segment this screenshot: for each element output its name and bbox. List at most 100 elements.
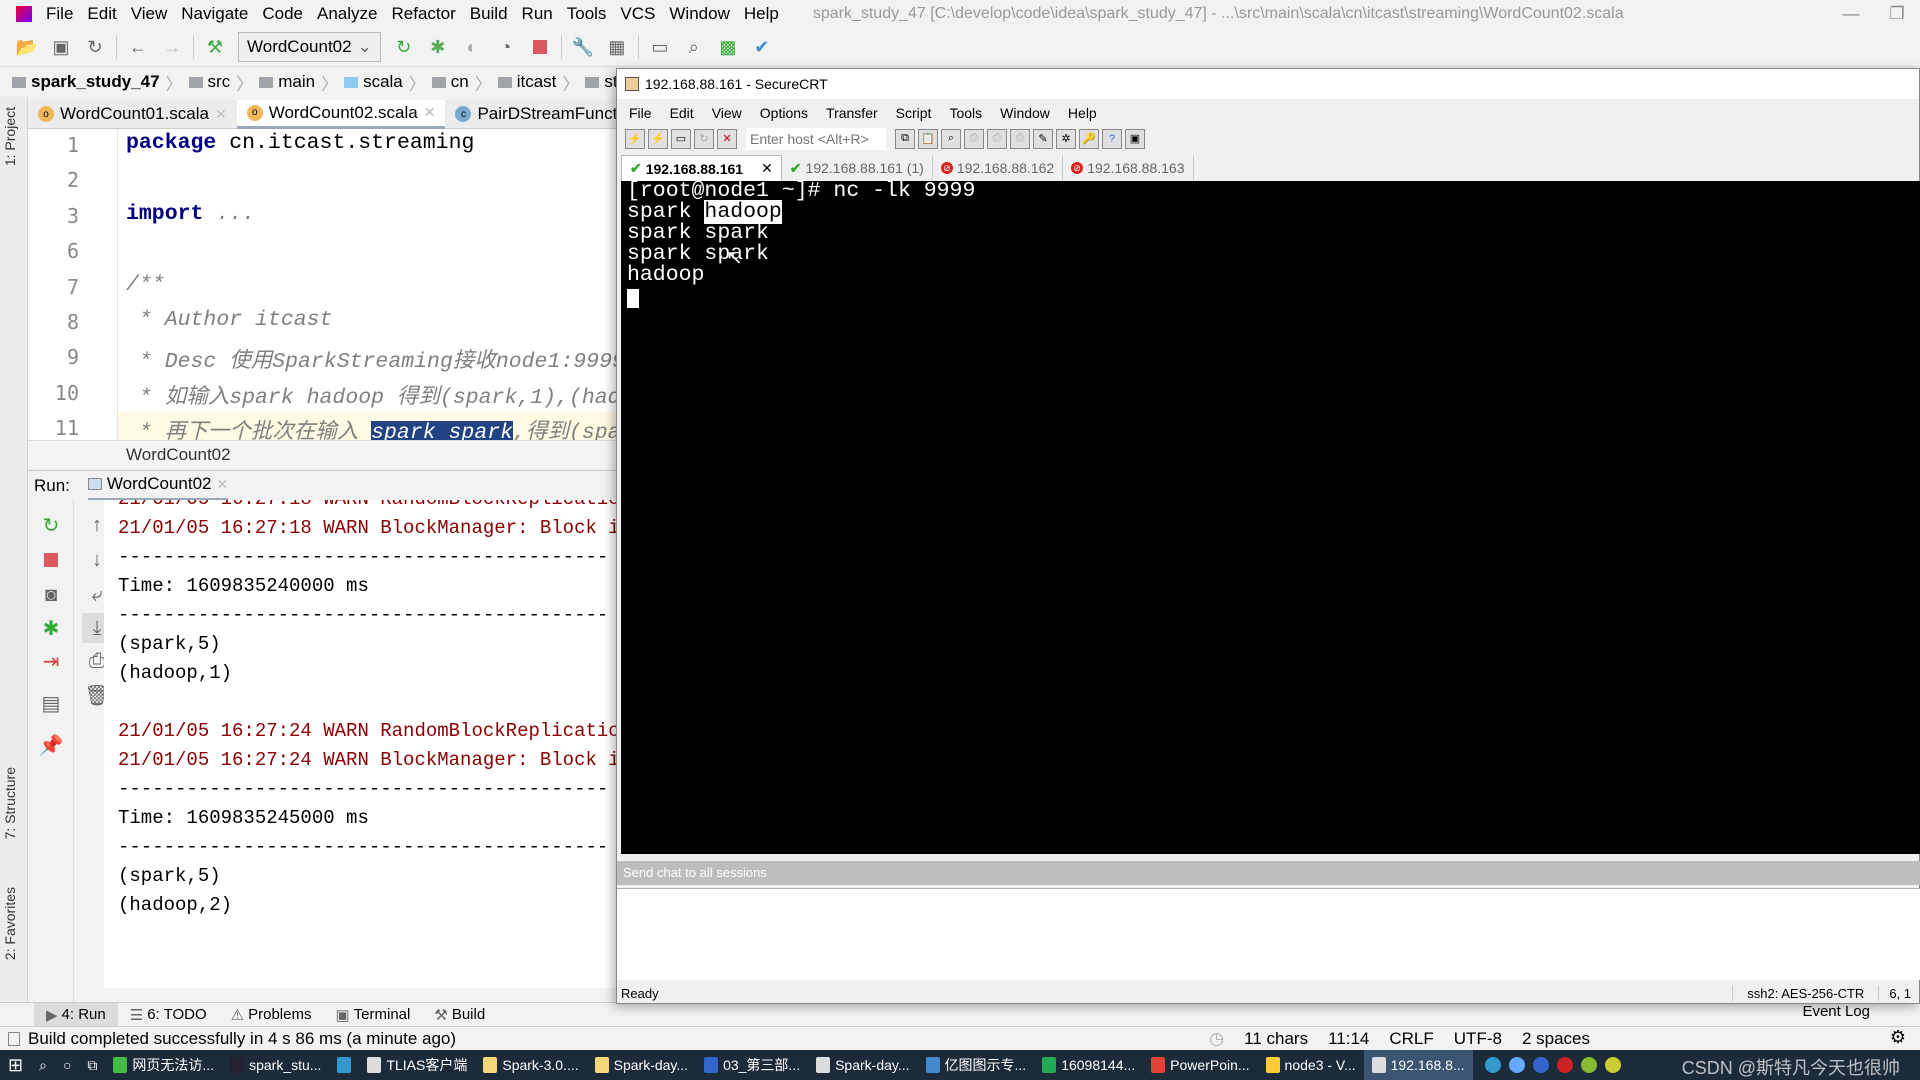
menu-navigate[interactable]: Navigate [181,4,248,24]
menu-analyze[interactable]: Analyze [317,4,377,24]
menu-run[interactable]: Run [522,4,553,24]
debug-icon[interactable]: ✱ [421,32,455,62]
host-input[interactable] [746,127,886,150]
session-tab[interactable]: ⊘ 192.168.88.163 [1063,155,1194,181]
tray-app-icon[interactable] [1580,1057,1597,1073]
taskbar-item[interactable]: Spark-3.0.... [475,1050,586,1080]
taskbar-item[interactable]: Spark-day... [808,1050,917,1080]
run-tab[interactable]: WordCount02 ✕ [87,471,229,501]
find-binoculars-icon[interactable]: ⌕ [941,128,961,149]
crt-menu-options[interactable]: Options [760,105,808,121]
menu-vcs[interactable]: VCS [620,4,655,24]
crt-menu-view[interactable]: View [712,105,742,121]
keymap-icon[interactable]: 🔑 [1079,128,1099,149]
taskbar-item[interactable]: 03_第三部... [696,1050,808,1080]
gear-icon[interactable]: ⚙ [1890,1027,1906,1048]
crt-menu-file[interactable]: File [629,105,652,121]
forward-icon[interactable]: → [155,32,189,62]
breadcrumb-item[interactable]: itcast [497,72,556,92]
import-icon[interactable]: ⇥ [36,646,66,676]
tray-app-icon[interactable] [1604,1057,1621,1073]
session-options-icon[interactable]: ✎ [1033,128,1053,149]
minimize-button[interactable]: — [1828,4,1874,24]
tool-tab-problems[interactable]: ⚠ Problems [219,1003,324,1027]
settings-wrench-icon[interactable]: 🔧 [566,32,600,62]
menu-edit[interactable]: Edit [87,4,116,24]
sftp-icon[interactable]: ▣ [1125,128,1145,149]
connect-tab-icon[interactable]: ▭ [671,128,691,149]
print-icon[interactable]: ⎙ [964,128,984,149]
save-icon[interactable]: ▣ [44,32,78,62]
rerun-icon[interactable]: ↻ [387,32,421,62]
editor-tab[interactable]: o WordCount01.scala ✕ [28,100,237,129]
close-icon[interactable]: ✕ [215,106,227,123]
indent-setting[interactable]: 2 spaces [1522,1029,1590,1049]
search-icon[interactable]: ⌕ [31,1050,55,1080]
project-structure-icon[interactable]: ▦ [600,32,634,62]
tool-tab-todo[interactable]: ☰ 6: TODO [118,1003,219,1027]
search-icon[interactable]: ⌕ [677,32,711,62]
crt-menu-tools[interactable]: Tools [949,105,982,121]
stop-icon[interactable] [36,545,66,575]
disconnect-icon[interactable]: ✕ [717,128,737,149]
tool-tab-terminal[interactable]: ▣ Terminal [323,1003,422,1027]
taskbar-item[interactable]: PowerPoin... [1143,1050,1257,1080]
crt-menu-transfer[interactable]: Transfer [826,105,878,121]
connect-icon[interactable]: ⚡ [625,128,645,149]
cortana-icon[interactable]: ○ [55,1050,79,1080]
debug-attach-icon[interactable]: ✱ [36,613,66,643]
taskbar-item[interactable]: node3 - V... [1258,1050,1364,1080]
menu-file[interactable]: File [46,4,73,24]
close-icon[interactable]: ✕ [424,104,436,121]
copy-icon[interactable]: ⧉ [895,128,915,149]
breadcrumb-item[interactable]: spark_study_47 [12,72,160,92]
breadcrumb-item[interactable]: main [259,72,315,92]
line-separator[interactable]: CRLF [1389,1029,1433,1049]
taskbar-item[interactable]: 网页无法访... [105,1050,222,1080]
tool-tab-build[interactable]: ⚒ Build [422,1003,497,1027]
editor-tab[interactable]: c PairDStreamFuncti [445,100,631,129]
editor-tab[interactable]: o WordCount02.scala ✕ [236,99,446,129]
menu-tools[interactable]: Tools [567,4,607,24]
print-screen-icon[interactable]: ⎙ [1010,128,1030,149]
session-tab[interactable]: ✔ 192.168.88.161 ✕ [621,155,782,181]
coverage-icon[interactable]: ◐ [455,32,489,62]
structure-tool-tab[interactable]: 7: Structure [2,767,18,839]
code-editor[interactable]: 1 2 3 6 7 8 9 10 11 package cn.itcast.streaming i… [28,129,618,440]
terminal[interactable]: [root@node1 ~]# nc -lk 9999 spark hadoop s… [621,181,1920,854]
crt-menu-edit[interactable]: Edit [670,105,694,121]
rerun-icon[interactable]: ↻ [36,510,66,540]
restore-button[interactable]: ❐ [1874,4,1920,24]
run-configuration-select[interactable]: WordCount02 ⌄ [238,32,381,62]
tray-app-icon[interactable] [1532,1057,1549,1073]
back-icon[interactable]: ← [121,32,155,62]
breadcrumb-item[interactable]: cn [431,72,469,92]
taskbar-item[interactable]: 192.168.8... [1363,1050,1473,1080]
taskbar-item[interactable]: 亿图图示专... [918,1050,1035,1080]
profile-icon[interactable]: ◔ [489,32,523,62]
tool-tab-run[interactable]: ▶ 4: Run [34,1002,118,1027]
stop-icon[interactable] [523,32,557,62]
build-hammer-icon[interactable]: ⚒ [198,32,232,62]
tray-app-icon[interactable] [1556,1057,1573,1073]
task-view-icon[interactable]: ⧉ [79,1050,105,1080]
crt-menu-window[interactable]: Window [1000,105,1050,121]
monitor-icon[interactable]: ▩ [711,32,745,62]
caret-position[interactable]: 11:14 [1328,1029,1369,1049]
global-options-icon[interactable]: ✲ [1056,128,1076,149]
menu-view[interactable]: View [131,4,168,24]
run-console[interactable]: 21/01/05 16:27:18 WARN RandomBlockReplic… [104,500,618,988]
menu-build[interactable]: Build [470,4,508,24]
quick-connect-icon[interactable]: ⚡ [648,128,668,149]
favorites-tool-tab[interactable]: 2: Favorites [2,887,18,960]
session-tab[interactable]: ✔ 192.168.88.161 (1) [782,155,933,181]
pin-icon[interactable]: 📌 [36,730,66,760]
project-tool-tab[interactable]: 1: Project [2,107,18,166]
session-tab[interactable]: ⊘ 192.168.88.162 [933,155,1064,181]
taskbar-item[interactable]: 16098144... [1034,1050,1143,1080]
crt-menu-help[interactable]: Help [1068,105,1097,121]
breadcrumb-item[interactable]: scala [344,72,403,92]
tray-app-icon[interactable] [1484,1057,1501,1073]
close-icon[interactable]: ✕ [761,160,773,177]
breadcrumb-item[interactable]: src [188,72,230,92]
